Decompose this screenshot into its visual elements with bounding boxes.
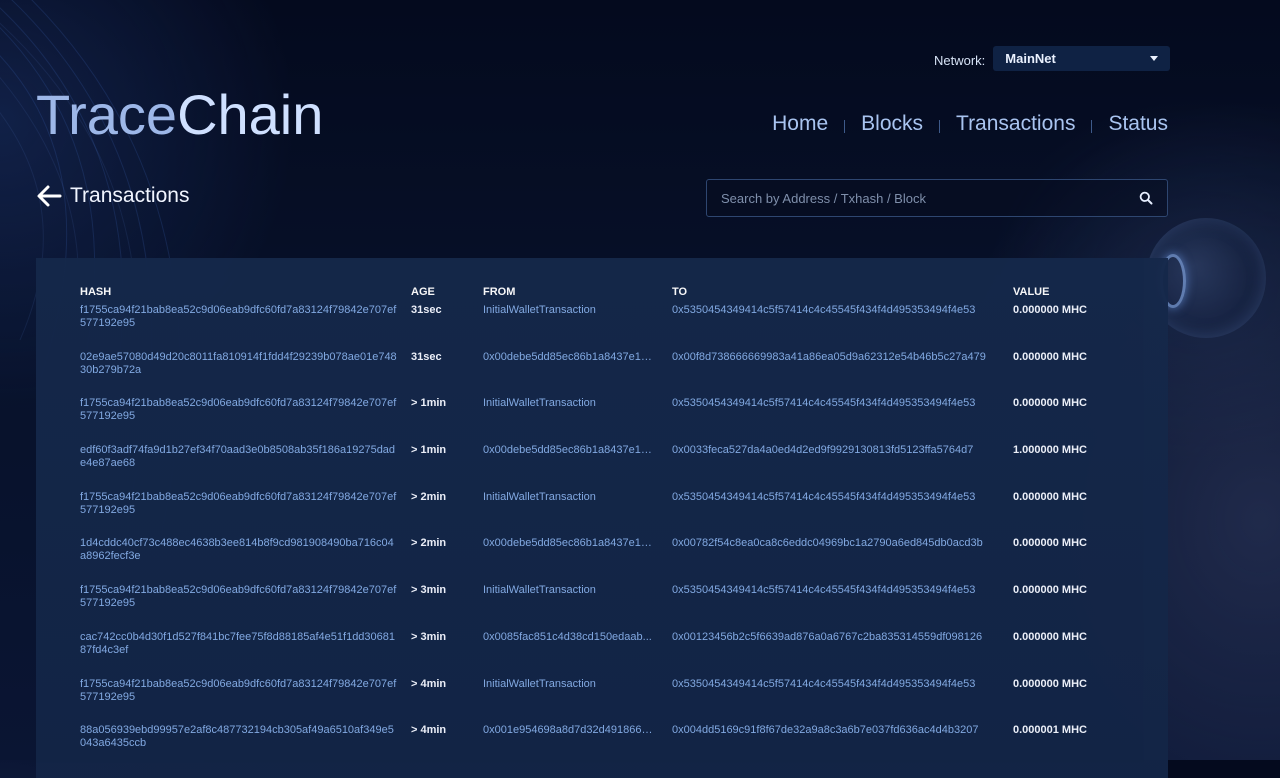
table-row: f1755ca94f21bab8ea52c9d06eab9dfc60fd7a83… (80, 584, 1133, 631)
network-selector: Network: MainNet (934, 46, 1171, 71)
tx-to-link[interactable]: 0x5350454349414c5f57414c4c45545f434f4d49… (672, 304, 1002, 317)
column-header-from: FROM (483, 286, 516, 298)
tx-age: > 1min (411, 397, 447, 410)
tx-value: 1.000000 MHC (1013, 444, 1087, 457)
network-dropdown[interactable]: MainNet (993, 46, 1171, 71)
tx-value: 0.000000 MHC (1013, 490, 1087, 503)
tx-age: 31sec (411, 304, 442, 316)
tx-from-link[interactable]: InitialWalletTransaction (483, 397, 653, 410)
table-row: 1d4cddc40cf73c488ec4638b3ee814b8f9cd9819… (80, 537, 1133, 584)
tx-from-link[interactable]: InitialWalletTransaction (483, 304, 653, 317)
tx-age: > 2min (411, 537, 447, 550)
tx-age: 31sec (411, 350, 442, 363)
transactions-panel: HASH AGE FROM TO VALUE f1755ca94f21bab8e… (36, 258, 1168, 778)
tx-to-link[interactable]: 0x5350454349414c5f57414c4c45545f434f4d49… (672, 584, 1002, 597)
tx-age: > 3min (411, 630, 447, 643)
table-row: cac742cc0b4d30f1d527f841bc7fee75f8d88185… (80, 631, 1133, 678)
tx-age: > 4min (411, 724, 447, 737)
tx-age: > 3min (411, 584, 447, 597)
tx-value: 0.000001 MHC (1013, 724, 1087, 737)
table-row: f1755ca94f21bab8ea52c9d06eab9dfc60fd7a83… (80, 678, 1133, 725)
table-row: 02e9ae57080d49d20c8011fa810914f1fdd4f292… (80, 351, 1133, 398)
tx-to-link[interactable]: 0x0033feca527da4a0ed4d2ed9f9929130813fd5… (672, 444, 1002, 457)
tx-to-link[interactable]: 0x00123456b2c5f6639ad876a0a6767c2ba83531… (672, 631, 1002, 644)
tx-value: 0.000000 MHC (1013, 630, 1087, 643)
search-icon[interactable] (1139, 191, 1153, 205)
table-header-row: HASH AGE FROM TO VALUE (80, 286, 1133, 304)
tx-value: 0.000000 MHC (1013, 584, 1087, 597)
tx-from-link[interactable]: 0x0085fac851c4d38cd150edaab... (483, 631, 653, 644)
tx-value: 0.000000 MHC (1013, 537, 1087, 550)
tx-age: > 1min (411, 444, 447, 457)
tx-value: 0.000000 MHC (1013, 304, 1087, 316)
nav-home[interactable]: Home (772, 112, 828, 136)
network-label: Network: (934, 53, 986, 68)
page-header: Transactions (36, 184, 189, 208)
tx-from-link[interactable]: 0x00debe5dd85ec86b1a8437e1d... (483, 537, 653, 550)
column-header-to: TO (672, 286, 688, 298)
nav-blocks[interactable]: Blocks (861, 112, 923, 136)
column-header-hash: HASH (80, 286, 112, 298)
tx-to-link[interactable]: 0x00f8d738666669983a41a86ea05d9a62312e54… (672, 351, 1002, 364)
table-row: edf60f3adf74fa9d1b27ef34f70aad3e0b8508ab… (80, 444, 1133, 491)
nav-separator (939, 119, 941, 133)
transactions-table: HASH AGE FROM TO VALUE f1755ca94f21bab8e… (80, 286, 1133, 771)
table-row: f1755ca94f21bab8ea52c9d06eab9dfc60fd7a83… (80, 304, 1133, 351)
tx-hash-link[interactable]: 88a056939ebd99957e2af8c487732194cb305af4… (80, 724, 398, 750)
tx-to-link[interactable]: 0x004dd5169c91f8f67de32a9a8c3a6b7e037fd6… (672, 724, 1002, 737)
tx-to-link[interactable]: 0x5350454349414c5f57414c4c45545f434f4d49… (672, 397, 1002, 410)
brand-logo[interactable]: TraceChain (36, 80, 323, 150)
tx-hash-link[interactable]: f1755ca94f21bab8ea52c9d06eab9dfc60fd7a83… (80, 491, 398, 517)
column-header-age: AGE (411, 286, 435, 298)
table-row: f1755ca94f21bab8ea52c9d06eab9dfc60fd7a83… (80, 397, 1133, 444)
tx-hash-link[interactable]: f1755ca94f21bab8ea52c9d06eab9dfc60fd7a83… (80, 584, 398, 610)
nav-separator (844, 119, 846, 133)
table-row: f1755ca94f21bab8ea52c9d06eab9dfc60fd7a83… (80, 491, 1133, 538)
tx-from-link[interactable]: InitialWalletTransaction (483, 584, 653, 597)
tx-hash-link[interactable]: edf60f3adf74fa9d1b27ef34f70aad3e0b8508ab… (80, 444, 398, 470)
tx-to-link[interactable]: 0x5350454349414c5f57414c4c45545f434f4d49… (672, 491, 1002, 504)
caret-down-icon (1150, 56, 1159, 61)
main-nav: Home Blocks Transactions Status (772, 112, 1168, 136)
tx-from-link[interactable]: InitialWalletTransaction (483, 678, 653, 691)
nav-status[interactable]: Status (1108, 112, 1168, 136)
search-bar (706, 179, 1168, 217)
nav-transactions[interactable]: Transactions (956, 112, 1075, 136)
tx-age: > 4min (411, 677, 447, 690)
brand-logo-part2: Chain (177, 83, 324, 146)
tx-hash-link[interactable]: f1755ca94f21bab8ea52c9d06eab9dfc60fd7a83… (80, 678, 398, 704)
tx-hash-link[interactable]: 1d4cddc40cf73c488ec4638b3ee814b8f9cd9819… (80, 537, 398, 563)
tx-hash-link[interactable]: cac742cc0b4d30f1d527f841bc7fee75f8d88185… (80, 631, 398, 657)
search-input[interactable] (707, 180, 1139, 216)
tx-value: 0.000000 MHC (1013, 677, 1087, 690)
page-title: Transactions (70, 184, 190, 207)
tx-hash-link[interactable]: 02e9ae57080d49d20c8011fa810914f1fdd4f292… (80, 351, 398, 377)
tx-age: > 2min (411, 490, 447, 503)
tx-to-link[interactable]: 0x00782f54c8ea0ca8c6eddc04969bc1a2790a6e… (672, 537, 1002, 550)
nav-separator (1091, 119, 1093, 133)
tx-from-link[interactable]: InitialWalletTransaction (483, 491, 653, 504)
table-row: 88a056939ebd99957e2af8c487732194cb305af4… (80, 724, 1133, 771)
tx-to-link[interactable]: 0x5350454349414c5f57414c4c45545f434f4d49… (672, 678, 1002, 691)
back-arrow-icon[interactable] (36, 184, 62, 208)
tx-from-link[interactable]: 0x001e954698a8d7d32d491866c... (483, 724, 653, 737)
brand-logo-part1: Trace (36, 83, 178, 146)
tx-hash-link[interactable]: f1755ca94f21bab8ea52c9d06eab9dfc60fd7a83… (80, 397, 398, 423)
tx-value: 0.000000 MHC (1013, 397, 1087, 410)
tx-from-link[interactable]: 0x00debe5dd85ec86b1a8437e1d... (483, 444, 653, 457)
network-selected-value: MainNet (1005, 51, 1056, 66)
tx-value: 0.000000 MHC (1013, 350, 1087, 363)
tx-hash-link[interactable]: f1755ca94f21bab8ea52c9d06eab9dfc60fd7a83… (80, 304, 398, 330)
column-header-value: VALUE (1013, 286, 1050, 298)
tx-from-link[interactable]: 0x00debe5dd85ec86b1a8437e1d... (483, 351, 653, 364)
